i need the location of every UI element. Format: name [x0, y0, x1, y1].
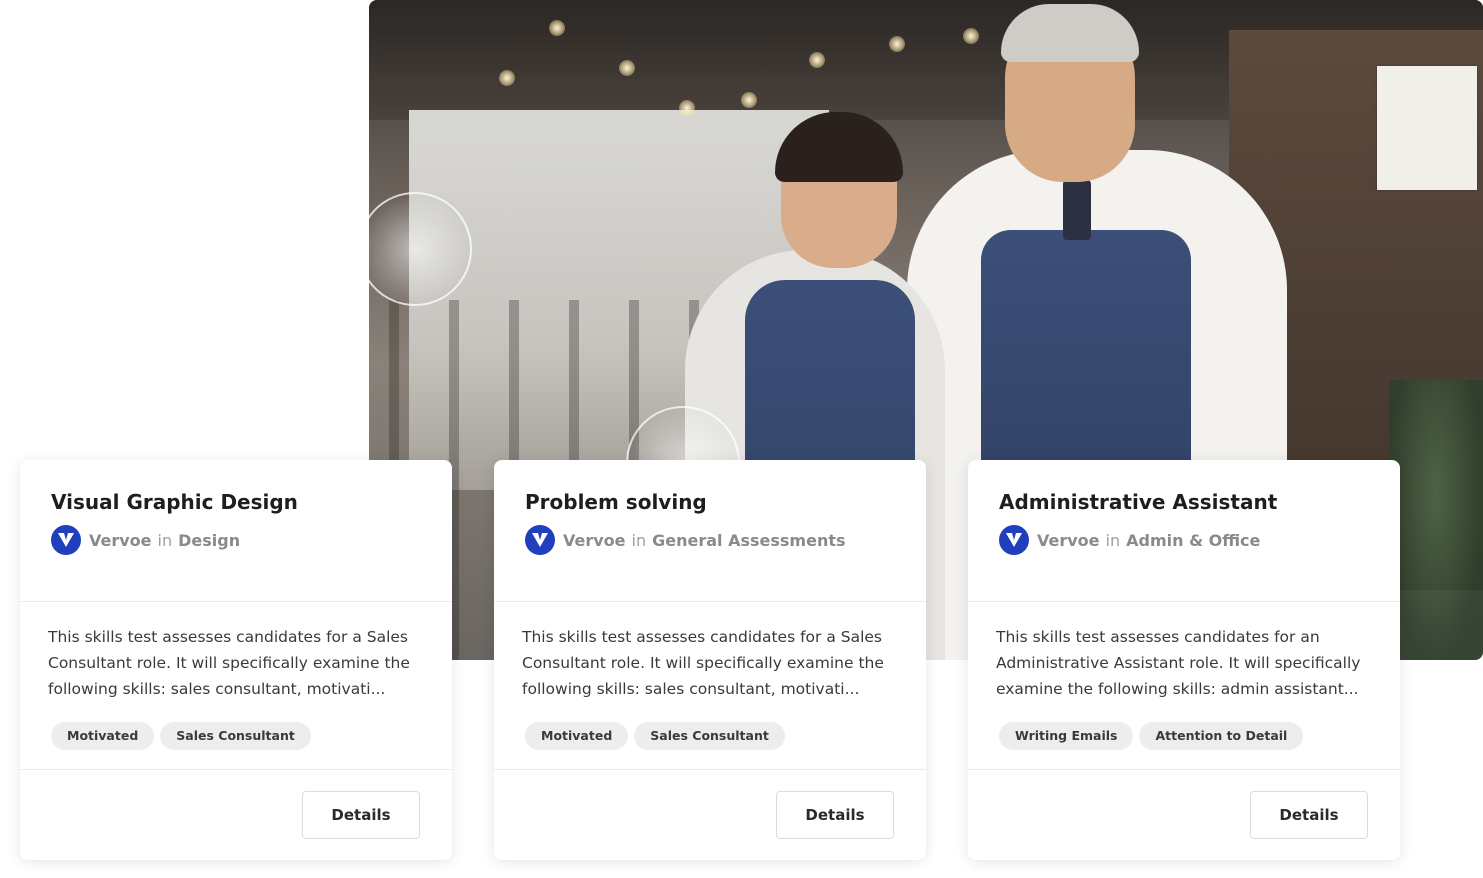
photo-light: [679, 100, 695, 116]
card-body: This skills test assesses candidates for…: [20, 602, 452, 770]
photo-notice-board: [1377, 66, 1477, 190]
card-description: This skills test assesses candidates for…: [48, 628, 410, 698]
vervoe-logo-icon: [999, 525, 1029, 555]
vervoe-logo-icon: [525, 525, 555, 555]
photo-plant: [1389, 380, 1483, 660]
card-header: Visual Graphic Design Vervoe in Design: [20, 460, 452, 602]
skill-tag: Motivated: [51, 722, 155, 750]
skill-tag: Writing Emails: [999, 722, 1134, 750]
card-header: Administrative Assistant Vervoe in Admin…: [968, 460, 1400, 602]
meta-connector: in: [631, 530, 647, 550]
assessment-card: Problem solving Vervoe in General Assess…: [494, 460, 926, 860]
category-name[interactable]: General Assessments: [652, 531, 845, 550]
skill-tag: Motivated: [525, 722, 629, 750]
photo-tie: [1063, 180, 1091, 240]
category-name[interactable]: Design: [178, 531, 240, 550]
card-body: This skills test assesses candidates for…: [494, 602, 926, 770]
card-description: This skills test assesses candidates for…: [996, 628, 1361, 698]
author-name[interactable]: Vervoe: [89, 531, 152, 550]
card-title[interactable]: Visual Graphic Design: [51, 488, 452, 516]
photo-light: [963, 28, 979, 44]
card-meta: Vervoe in Admin & Office: [999, 524, 1400, 556]
skill-tag: Attention to Detail: [1139, 722, 1304, 750]
category-name[interactable]: Admin & Office: [1126, 531, 1260, 550]
vervoe-logo-icon: [51, 525, 81, 555]
skill-tag: Sales Consultant: [634, 722, 785, 750]
skill-tags: Motivated Sales Consultant: [51, 722, 432, 750]
author-name[interactable]: Vervoe: [1037, 531, 1100, 550]
card-description: This skills test assesses candidates for…: [522, 628, 884, 698]
card-meta: Vervoe in Design: [51, 524, 452, 556]
card-body: This skills test assesses candidates for…: [968, 602, 1400, 770]
details-button[interactable]: Details: [302, 791, 420, 839]
card-footer: Details: [494, 770, 926, 860]
card-footer: Details: [968, 770, 1400, 860]
card-footer: Details: [20, 770, 452, 860]
card-header: Problem solving Vervoe in General Assess…: [494, 460, 926, 602]
skill-tags: Motivated Sales Consultant: [525, 722, 906, 750]
skill-tag: Sales Consultant: [160, 722, 311, 750]
glow-ring-decoration: [358, 192, 472, 306]
photo-light: [889, 36, 905, 52]
card-meta: Vervoe in General Assessments: [525, 524, 926, 556]
photo-hair: [1001, 4, 1139, 62]
card-title[interactable]: Administrative Assistant: [999, 488, 1400, 516]
photo-light: [499, 70, 515, 86]
photo-light: [741, 92, 757, 108]
assessment-card: Visual Graphic Design Vervoe in Design T…: [20, 460, 452, 860]
card-title[interactable]: Problem solving: [525, 488, 926, 516]
details-button[interactable]: Details: [1250, 791, 1368, 839]
meta-connector: in: [1105, 530, 1121, 550]
author-name[interactable]: Vervoe: [563, 531, 626, 550]
details-button[interactable]: Details: [776, 791, 894, 839]
photo-light: [619, 60, 635, 76]
skill-tags: Writing Emails Attention to Detail: [999, 722, 1380, 750]
meta-connector: in: [157, 530, 173, 550]
assessment-card: Administrative Assistant Vervoe in Admin…: [968, 460, 1400, 860]
photo-light: [549, 20, 565, 36]
photo-light: [809, 52, 825, 68]
assessment-showcase: Visual Graphic Design Vervoe in Design T…: [0, 0, 1483, 878]
